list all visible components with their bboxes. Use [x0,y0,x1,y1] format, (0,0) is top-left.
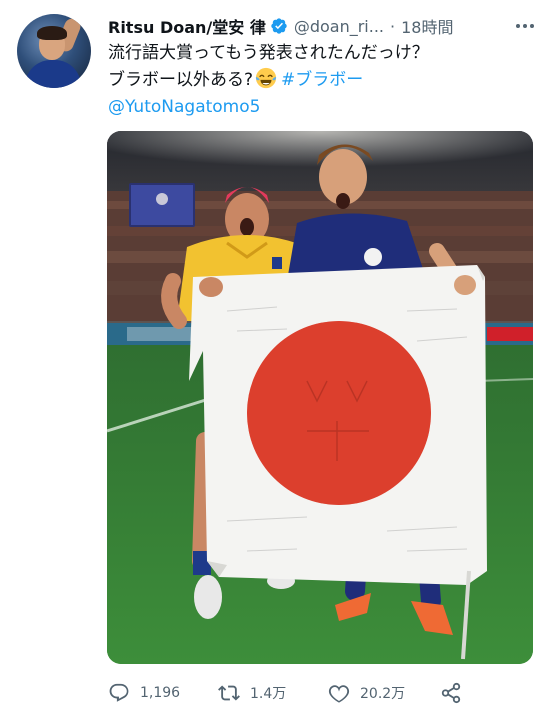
reply-button[interactable]: 1,196 [108,680,180,706]
face-with-tears-of-joy-icon [255,67,277,89]
tweet-line-2: ブラボー以外ある? #ブラボー [108,67,528,94]
handle[interactable]: @doan_ri... [294,17,384,36]
avatar[interactable] [17,14,91,88]
tweet-actions: 1,196 1.4万 20.2万 [108,680,528,706]
retweet-icon [218,685,240,701]
heart-icon [328,685,350,703]
more-options-icon[interactable] [514,16,536,36]
tweet-header: Ritsu Doan/堂安 律 @doan_ri... · 18時間 [108,14,453,38]
tweet-text: 流行語大賞ってもう発表されたんだっけ？ ブラボー以外ある? #ブラボー @Yut… [108,40,528,121]
retweet-button[interactable]: 1.4万 [218,680,286,706]
share-button[interactable] [440,680,472,706]
tweet-line-1: 流行語大賞ってもう発表されたんだっけ？ [108,43,429,63]
tweet-line-2-text: ブラボー以外ある? [108,70,254,90]
share-icon [441,682,461,704]
retweet-count: 1.4万 [250,686,287,702]
reply-count: 1,196 [140,685,181,701]
like-count: 20.2万 [360,686,406,702]
mention-link[interactable]: @YutoNagatomo5 [108,94,528,121]
tweet-photo[interactable] [107,131,533,664]
timestamp[interactable]: 18時間 [401,14,453,38]
like-button[interactable]: 20.2万 [328,680,405,706]
separator-dot: · [390,16,396,36]
photo-illustration [107,131,533,664]
verified-badge-icon [271,18,287,34]
reply-icon [109,683,129,702]
avatar-body [25,60,81,88]
display-name[interactable]: Ritsu Doan/堂安 律 [108,14,266,38]
hashtag-link[interactable]: #ブラボー [281,70,363,90]
avatar-hair [37,26,67,40]
